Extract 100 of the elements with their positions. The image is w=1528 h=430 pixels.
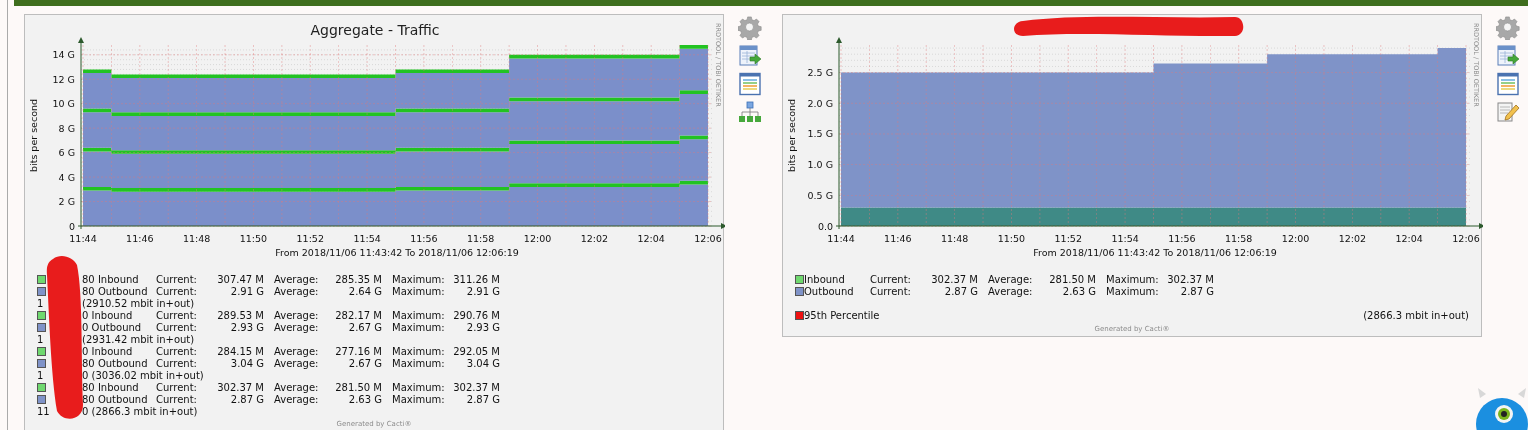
legend-total: (2910.52 mbit in+out) xyxy=(82,297,195,309)
stat-value: 277.16 M xyxy=(334,345,383,357)
stat-label: Current: xyxy=(155,273,198,285)
stat-value: 289.53 M xyxy=(216,309,265,321)
stat-value: 290.76 M xyxy=(452,309,501,321)
x-tick-label: 12:04 xyxy=(637,233,665,244)
stat-label: Current: xyxy=(155,357,198,369)
stat-value: 302.37 M xyxy=(1166,273,1215,285)
x-tick-label: 11:48 xyxy=(182,233,211,244)
stat-label: Current: xyxy=(155,309,198,321)
stat-label: Maximum: xyxy=(391,345,446,357)
stat-value: 2.93 G xyxy=(229,321,265,333)
y-tick-label: 2.5 G xyxy=(807,67,833,79)
x-axis-label: From 2018/11/06 11:43:42 To 2018/11/06 12:06:19 xyxy=(275,247,519,258)
y-tick-label: 14 G xyxy=(52,49,75,61)
legend-label: 0 Outbound xyxy=(82,321,143,333)
x-tick-label: 12:00 xyxy=(523,233,552,244)
x-tick-label: 11:58 xyxy=(1225,233,1253,244)
stat-value: 2.63 G xyxy=(347,393,383,405)
stat-label: Average: xyxy=(273,309,320,321)
stat-label: Average: xyxy=(987,273,1034,285)
legend-icon[interactable] xyxy=(738,72,762,96)
legend-total: (2931.42 mbit in+out) xyxy=(82,333,195,345)
stat-value: 2.87 G xyxy=(229,393,265,405)
stat-value: 302.37 M xyxy=(452,381,501,393)
legend-total: 0 (3036.02 mbit in+out) xyxy=(82,369,204,381)
y-tick-label: 1.0 G xyxy=(807,159,833,171)
x-tick-label: 12:04 xyxy=(1395,233,1423,244)
legend-label: Inbound xyxy=(804,273,846,285)
stat-value: 2.64 G xyxy=(347,285,383,297)
x-tick-label: 11:56 xyxy=(410,233,438,244)
stat-label: Average: xyxy=(273,357,320,369)
legend-icon[interactable] xyxy=(1496,72,1520,96)
stat-label: Current: xyxy=(155,393,198,405)
y-tick-label: 0 xyxy=(68,220,75,232)
stat-label: Average: xyxy=(273,285,320,297)
y-tick-label: 10 G xyxy=(52,98,75,110)
stat-label: Current: xyxy=(155,321,198,333)
legend-total: 0 (2866.3 mbit in+out) xyxy=(82,405,198,417)
stat-label: Maximum: xyxy=(1105,285,1160,297)
x-tick-label: 12:06 xyxy=(1452,233,1480,244)
stat-label: Average: xyxy=(273,321,320,333)
stat-value: 2.67 G xyxy=(347,321,383,333)
legend-label: 95th Percentile xyxy=(804,310,881,321)
stat-value: 2.93 G xyxy=(465,321,501,333)
export-icon[interactable] xyxy=(738,44,762,68)
stat-value: 3.04 G xyxy=(229,357,265,369)
stat-value: 2.91 G xyxy=(465,285,501,297)
stat-value: 307.47 M xyxy=(216,273,265,285)
x-tick-label: 11:50 xyxy=(239,233,268,244)
stat-label: Current: xyxy=(155,381,198,393)
stat-label: Maximum: xyxy=(391,393,446,405)
x-axis-label: From 2018/11/06 11:43:42 To 2018/11/06 12:06:19 xyxy=(1033,247,1277,258)
stat-label: Average: xyxy=(273,273,320,285)
legend-total: (2866.3 mbit in+out) xyxy=(1363,310,1469,321)
settings-icon[interactable] xyxy=(738,16,762,40)
stat-value: 2.87 G xyxy=(465,393,501,405)
x-tick-label: 11:52 xyxy=(296,233,324,244)
stat-value: 2.91 G xyxy=(229,285,265,297)
x-tick-label: 12:06 xyxy=(694,233,722,244)
edit-icon[interactable] xyxy=(1496,100,1520,124)
stat-label: Maximum: xyxy=(391,285,446,297)
stat-value: 282.17 M xyxy=(334,309,383,321)
x-tick-label: 11:52 xyxy=(1054,233,1082,244)
stat-value: 2.63 G xyxy=(1061,285,1097,297)
x-tick-label: 11:46 xyxy=(884,233,912,244)
stat-label: Maximum: xyxy=(391,381,446,393)
graph-title: Aggregate - Traffic xyxy=(310,22,440,38)
y-tick-label: 2.0 G xyxy=(807,97,833,109)
stat-value: 284.15 M xyxy=(216,345,265,357)
settings-icon[interactable] xyxy=(1496,16,1520,40)
stat-label: Maximum: xyxy=(391,309,446,321)
stat-value: 311.26 M xyxy=(452,273,501,285)
y-axis-label: bits per second xyxy=(28,99,39,172)
stat-value: 2.87 G xyxy=(1179,285,1215,297)
legend-label: 80 Inbound xyxy=(82,381,140,393)
stat-value: 302.37 M xyxy=(216,381,265,393)
stat-label: Maximum: xyxy=(391,321,446,333)
legend-label: 1 xyxy=(37,333,45,345)
tree-icon[interactable] xyxy=(738,100,762,124)
y-tick-label: 2 G xyxy=(58,196,75,208)
legend-label: 1 xyxy=(37,369,45,381)
stat-label: Current: xyxy=(869,273,912,285)
x-tick-label: 11:56 xyxy=(1168,233,1196,244)
y-tick-label: 6 G xyxy=(58,147,75,159)
export-icon[interactable] xyxy=(1496,44,1520,68)
stat-value: 2.87 G xyxy=(943,285,979,297)
x-tick-label: 11:48 xyxy=(940,233,969,244)
stat-label: Current: xyxy=(155,345,198,357)
x-tick-label: 11:50 xyxy=(997,233,1026,244)
stat-value: 281.50 M xyxy=(334,381,383,393)
y-axis-label: bits per second xyxy=(786,99,797,172)
x-tick-label: 12:02 xyxy=(1338,233,1367,244)
y-tick-label: 12 G xyxy=(52,73,75,85)
legend-label: 1 xyxy=(37,297,45,309)
y-tick-label: 0.5 G xyxy=(807,189,833,201)
x-tick-label: 11:44 xyxy=(69,233,97,244)
stat-value: 3.04 G xyxy=(465,357,501,369)
y-tick-label: 0.0 xyxy=(817,220,833,232)
stat-label: Maximum: xyxy=(391,357,446,369)
